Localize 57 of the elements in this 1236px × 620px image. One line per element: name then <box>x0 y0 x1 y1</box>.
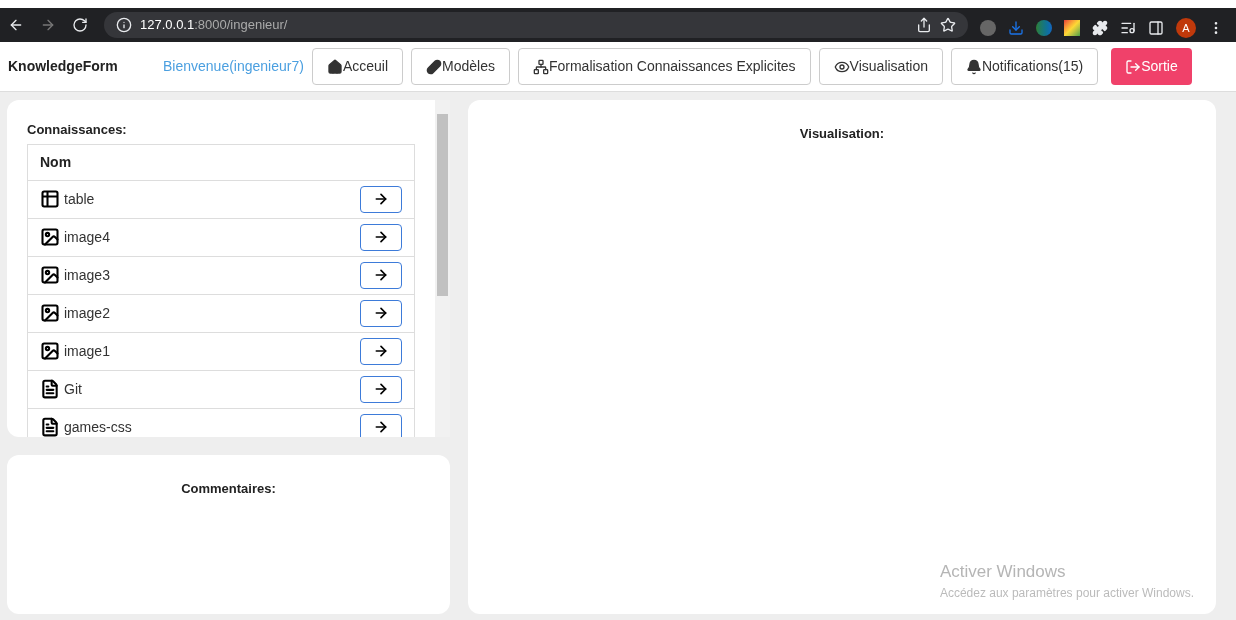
brand[interactable]: KnowledgeForm <box>8 56 163 77</box>
back-icon[interactable] <box>8 17 24 33</box>
media-icon[interactable] <box>1120 20 1136 36</box>
bell-icon <box>965 58 982 75</box>
open-button[interactable] <box>360 223 402 251</box>
open-button[interactable] <box>360 413 402 437</box>
section-title: Commentaires: <box>181 480 276 498</box>
column-header: Nom <box>28 144 414 181</box>
forward-icon[interactable] <box>40 17 56 33</box>
extensions-icon[interactable] <box>1092 20 1108 36</box>
reload-icon[interactable] <box>72 17 88 33</box>
image-icon <box>40 227 60 247</box>
knowledge-name: games-css <box>64 417 133 437</box>
knowledge-name: image4 <box>64 227 111 247</box>
url-text: 127.0.0.1:8000/ingenieur/ <box>140 16 288 35</box>
download-icon[interactable] <box>1008 20 1024 36</box>
info-icon <box>116 17 132 33</box>
arrow-icon <box>373 381 389 397</box>
section-title: Connaissances: <box>27 121 128 139</box>
nav-button[interactable]: Modèles <box>411 48 510 85</box>
share-icon[interactable] <box>916 17 932 33</box>
star-icon[interactable] <box>940 17 956 33</box>
nav-button[interactable]: Acceuil <box>311 48 403 85</box>
knowledge-name: image2 <box>64 303 111 323</box>
open-button[interactable] <box>360 375 402 403</box>
image-icon <box>40 341 60 361</box>
arrow-icon <box>373 305 389 321</box>
knowledge-name: image3 <box>64 265 111 285</box>
arrow-icon <box>373 419 389 435</box>
hierarchy-icon <box>532 58 549 75</box>
image-icon <box>40 303 60 323</box>
activation-text: Accédez aux paramètres pour activer Windows. <box>939 585 1194 602</box>
open-button[interactable] <box>360 261 402 289</box>
nav-button[interactable]: Notifications(15) <box>950 48 1099 85</box>
logout-icon <box>1125 58 1142 75</box>
side-panel-icon[interactable] <box>1148 20 1164 36</box>
knowledge-name: image1 <box>64 341 111 361</box>
knowledge-name: Git <box>64 379 83 399</box>
scroll-thumb[interactable] <box>437 114 448 296</box>
arrow-icon <box>373 267 389 283</box>
arrow-icon <box>373 343 389 359</box>
nav-button[interactable]: Visualisation <box>818 48 943 85</box>
open-button[interactable] <box>360 299 402 327</box>
house-icon <box>326 58 343 75</box>
logout-button[interactable]: Sortie <box>1111 48 1192 85</box>
nav-button[interactable]: Formalisation Connaissances Explicites <box>517 48 811 85</box>
image-icon <box>40 265 60 285</box>
knowledge-name: table <box>64 189 96 209</box>
open-button[interactable] <box>360 337 402 365</box>
table-icon <box>40 189 60 209</box>
open-button[interactable] <box>360 185 402 213</box>
activation-title: Activer Windows <box>939 560 1067 583</box>
pill-icon <box>426 58 442 75</box>
arrow-icon <box>373 229 389 245</box>
address-bar[interactable]: 127.0.0.1:8000/ingenieur/ <box>104 12 968 38</box>
arrow-icon <box>373 191 389 207</box>
section-title: Visualisation: <box>799 125 885 143</box>
